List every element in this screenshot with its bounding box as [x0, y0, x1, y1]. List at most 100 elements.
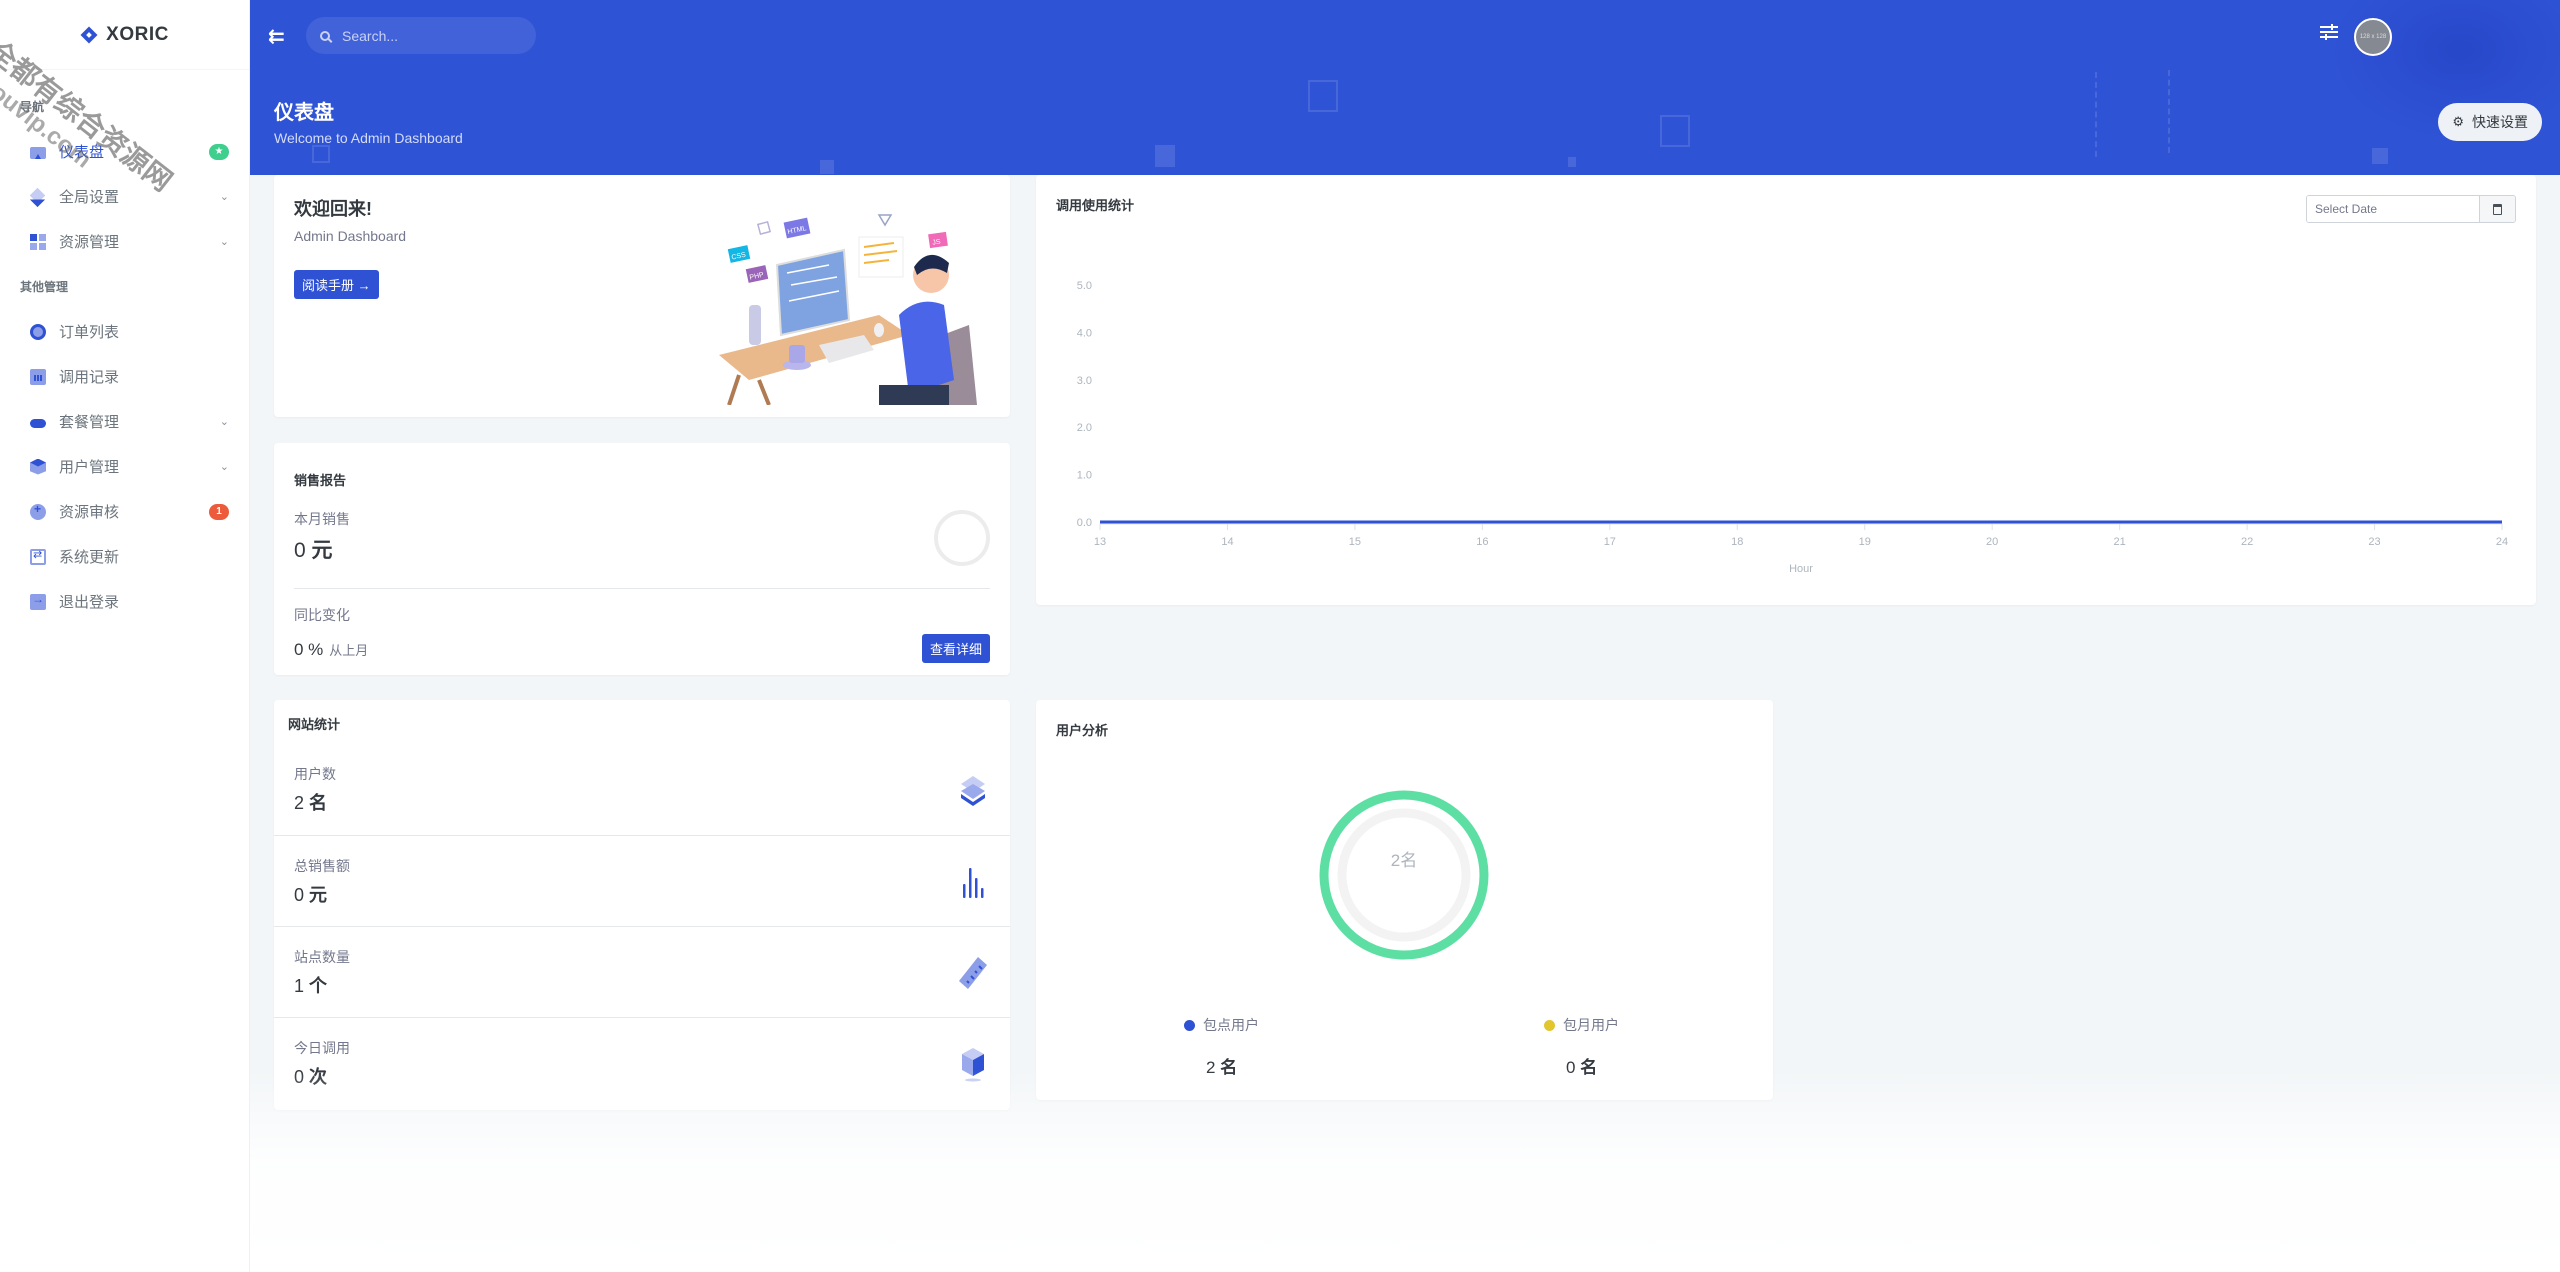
month-sales-label: 本月销售 [294, 511, 350, 527]
sidebar-item-label: 仪表盘 [59, 144, 105, 161]
yoy-label: 同比变化 [294, 607, 350, 623]
x-tick-label: 22 [2241, 536, 2253, 548]
quick-settings-button[interactable]: ⚙ 快速设置 [2438, 103, 2542, 141]
legend-dot [1184, 1019, 1195, 1031]
stat-number: 0 [294, 885, 305, 905]
legend-value: 2 名 [1206, 1053, 1324, 1078]
layers-icon [30, 189, 46, 205]
stat-row: 用户数 2 名 [274, 744, 1010, 835]
sidebar-item-label: 套餐管理 [59, 414, 120, 431]
stat-label: 站点数量 [294, 949, 350, 965]
stat-number: 0 [294, 1067, 305, 1087]
square-shape [756, 220, 772, 236]
mug [789, 345, 805, 363]
month-sales-number: 0 [294, 539, 306, 562]
card-title: 网站统计 [288, 717, 341, 732]
read-manual-button[interactable]: 阅读手册 → [294, 270, 379, 299]
view-details-button[interactable]: 查看详细 [921, 634, 990, 663]
donut-center-label: 2名 [1390, 851, 1418, 870]
sidebar-item-system-update[interactable]: 系统更新 [0, 534, 249, 579]
page-title: 仪表盘 [274, 102, 334, 124]
sidebar-item-dashboard[interactable]: 仪表盘 ★ [0, 129, 249, 174]
yoy-number: 0 % [294, 640, 324, 659]
sidebar-item-users[interactable]: 用户管理 ⌄ [0, 444, 249, 489]
gear-icon: ⚙ [2452, 114, 2464, 129]
decor-square [1568, 157, 1576, 167]
welcome-subtitle: Admin Dashboard [294, 228, 407, 244]
legend-number: 0 [1566, 1058, 1576, 1077]
usage-line-chart: 0.0 1.0 2.0 3.0 4.0 5.0 13 14 15 16 17 18 19 20 21 22 23… [1077, 280, 2508, 575]
refresh-icon [30, 548, 46, 565]
x-tick-label: 24 [2496, 536, 2508, 548]
x-axis-title: Hour [1789, 563, 1813, 575]
month-sales-value: 0 元 [294, 534, 333, 564]
pill-icon [30, 418, 46, 428]
sales-progress-ring [934, 510, 990, 566]
brand-name: XORIC [106, 23, 169, 45]
sidebar-item-label: 订单列表 [59, 324, 120, 341]
person-body [899, 301, 954, 395]
user-analysis-card: 用户分析 2名 包点用户 2 名 包月用户 0 名 [1036, 700, 1773, 1100]
sidebar-item-label: 系统更新 [59, 549, 120, 566]
sidebar-item-label: 退出登录 [59, 594, 120, 611]
sliders-icon[interactable] [2320, 24, 2338, 40]
menu-toggle-icon[interactable]: ⇇ [268, 24, 285, 49]
sidebar-item-resource-review[interactable]: 资源审核 1 [0, 489, 249, 534]
stat-unit: 次 [309, 1067, 328, 1087]
x-tick-label: 13 [1094, 536, 1106, 548]
stat-label: 总销售额 [294, 858, 350, 874]
search-input[interactable] [342, 27, 512, 44]
stat-unit: 元 [309, 885, 328, 905]
bar-chart-icon [30, 368, 46, 385]
stat-value: 2 名 [294, 789, 327, 815]
sidebar: XORIC 导航 仪表盘 ★ 全局设置 ⌄ 资源管理 ⌄ 其他管理 订单列表 调… [0, 0, 250, 1272]
triangle-shape [877, 214, 893, 227]
stat-unit: 名 [309, 793, 328, 813]
legend-item: 包点用户 2 名 [1184, 1015, 1324, 1078]
legend-label: 包点用户 [1203, 1017, 1259, 1033]
stat-value: 0 次 [294, 1063, 327, 1089]
y-tick-label: 1.0 [1077, 470, 1092, 482]
sidebar-item-label: 全局设置 [59, 189, 120, 206]
search-box[interactable] [306, 17, 536, 54]
avatar[interactable]: 128 x 128 [2354, 18, 2392, 56]
decor-square [1308, 80, 1338, 112]
brand-logo[interactable]: XORIC [0, 0, 249, 70]
x-tick-label: 19 [1859, 536, 1871, 548]
y-tick-label: 5.0 [1077, 280, 1092, 292]
code-note [858, 236, 904, 278]
legend-number: 2 [1206, 1058, 1216, 1077]
x-tick-label: 16 [1476, 536, 1488, 548]
sidebar-item-label: 用户管理 [59, 459, 120, 476]
sidebar-item-logout[interactable]: 退出登录 [0, 579, 249, 624]
ruler-icon [959, 957, 987, 989]
x-tick-label: 21 [2114, 536, 2126, 548]
x-tick-label: 18 [1731, 536, 1743, 548]
sidebar-item-label: 资源审核 [59, 504, 120, 521]
legend-label: 包月用户 [1563, 1017, 1619, 1033]
legend-unit: 名 [1220, 1058, 1238, 1077]
divider [294, 588, 990, 589]
cube-icon [962, 1048, 984, 1082]
monitor [775, 248, 851, 337]
logout-icon [30, 592, 46, 610]
monitor-icon [30, 146, 46, 159]
sidebar-item-call-records[interactable]: 调用记录 [0, 354, 249, 399]
sidebar-item-resource-management[interactable]: 资源管理 ⌄ [0, 219, 249, 264]
y-tick-label: 2.0 [1077, 422, 1092, 434]
count-badge: 1 [209, 503, 229, 520]
stat-row: 总销售额 0 元 [274, 835, 1010, 926]
top-header: ⇇ 128 x 128 仪表盘 Welcome to Admin Dashboa… [250, 0, 2560, 175]
donut-svg [1319, 790, 1489, 960]
sidebar-item-label: 资源管理 [59, 234, 120, 251]
stat-number: 2 [294, 793, 305, 813]
sidebar-item-orders[interactable]: 订单列表 [0, 309, 249, 354]
search-icon [320, 30, 330, 41]
x-tick-label: 20 [1986, 536, 1998, 548]
sidebar-item-global-settings[interactable]: 全局设置 ⌄ [0, 174, 249, 219]
yoy-suffix: 从上月 [329, 643, 369, 658]
quick-settings-label: 快速设置 [2472, 114, 2528, 130]
donut-outer-ring [1319, 790, 1489, 960]
sidebar-item-packages[interactable]: 套餐管理 ⌄ [0, 399, 249, 444]
card-title: 用户分析 [1056, 723, 1109, 738]
